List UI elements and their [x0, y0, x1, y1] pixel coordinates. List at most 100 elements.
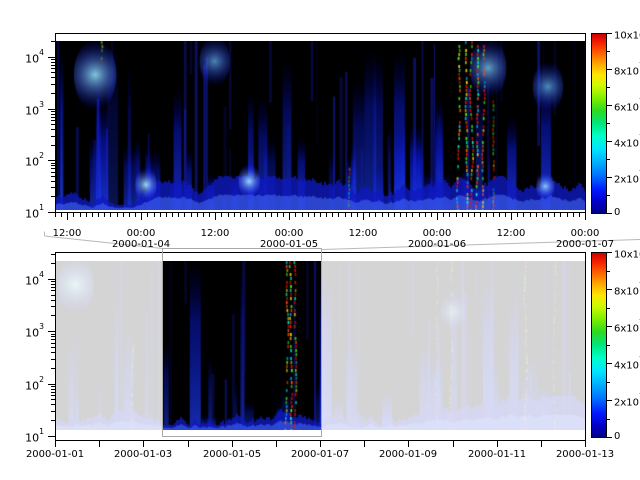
axis-tick — [480, 213, 481, 217]
axis-tick — [388, 213, 389, 217]
axis-tick-label: 2000-01-06 — [392, 239, 482, 250]
axis-tick-label: 2x107 — [614, 171, 640, 185]
axis-tick-label: 0 — [614, 207, 620, 218]
axis-tick — [357, 213, 358, 217]
axis-tick — [73, 213, 74, 217]
axis-tick — [607, 252, 612, 253]
axis-tick — [607, 195, 610, 196]
axis-tick — [302, 213, 303, 217]
axis-tick — [48, 331, 55, 332]
axis-tick — [607, 87, 610, 88]
axis-tick — [92, 213, 93, 217]
axis-tick — [523, 213, 524, 217]
axis-tick-label: 2x107 — [614, 394, 640, 408]
axis-tick — [437, 213, 438, 220]
axis-tick — [517, 213, 518, 217]
axis-tick — [221, 213, 222, 217]
axis-tick — [573, 213, 574, 217]
axis-tick — [607, 382, 610, 383]
axis-tick — [456, 213, 457, 217]
top-spectrogram[interactable] — [56, 41, 585, 210]
axis-tick-label: 2000-01-05 — [187, 449, 277, 460]
axis-tick-label: 10x107 — [614, 246, 640, 260]
axis-tick — [607, 141, 612, 142]
axis-tick — [240, 213, 241, 217]
axis-tick — [493, 213, 494, 217]
axis-tick-label: 0 — [614, 431, 620, 442]
time-range-selection-box[interactable] — [162, 248, 322, 437]
axis-tick — [48, 384, 55, 385]
connector-line — [45, 236, 163, 249]
axis-tick — [172, 213, 173, 217]
axis-tick — [129, 213, 130, 217]
axis-tick — [607, 271, 610, 272]
axis-tick — [560, 213, 561, 217]
axis-tick-label: 4x107 — [614, 357, 640, 371]
axis-tick-label: 2000-01-13 — [540, 449, 630, 460]
axis-tick-label: 2000-01-09 — [363, 449, 453, 460]
axis-tick — [530, 213, 531, 217]
connector-line — [322, 240, 640, 250]
axis-tick — [497, 441, 498, 447]
axis-tick — [607, 400, 612, 401]
axis-tick — [375, 213, 376, 217]
axis-tick — [542, 213, 543, 217]
axis-tick — [160, 213, 161, 217]
axis-tick — [607, 363, 612, 364]
axis-tick-label: 8x107 — [614, 283, 640, 297]
axis-tick — [166, 213, 167, 217]
axis-tick-label: 104 — [6, 272, 44, 287]
axis-tick — [394, 213, 395, 217]
axis-tick-label: 4x107 — [614, 135, 640, 149]
axis-tick — [314, 213, 315, 217]
axis-tick — [154, 213, 155, 217]
axis-tick-label: 00:00 — [550, 228, 620, 239]
axis-tick-label: 2000-01-07 — [275, 449, 365, 460]
axis-tick — [55, 441, 56, 447]
axis-tick — [326, 213, 327, 217]
axis-tick — [295, 213, 296, 217]
axis-tick — [258, 213, 259, 217]
axis-tick-label: 00:00 — [402, 228, 472, 239]
axis-tick — [536, 213, 537, 217]
axis-tick — [48, 160, 55, 161]
axis-tick-label: 00:00 — [254, 228, 324, 239]
axis-tick — [400, 213, 401, 217]
axis-tick — [308, 213, 309, 217]
axis-tick — [607, 213, 612, 214]
axis-tick — [48, 109, 55, 110]
axis-tick — [453, 441, 454, 447]
axis-tick — [147, 213, 148, 217]
axis-tick — [431, 213, 432, 217]
axis-tick — [123, 213, 124, 217]
axis-tick — [567, 213, 568, 217]
axis-tick — [462, 213, 463, 217]
axis-tick — [110, 213, 111, 217]
axis-tick — [408, 441, 409, 447]
axis-tick — [363, 213, 364, 220]
axis-tick — [246, 213, 247, 217]
axis-tick — [607, 419, 610, 420]
axis-tick — [607, 437, 612, 438]
axis-tick — [197, 213, 198, 217]
axis-tick — [607, 308, 610, 309]
axis-tick-label: 10x107 — [614, 27, 640, 41]
axis-tick — [474, 213, 475, 217]
axis-tick-label: 102 — [6, 377, 44, 392]
axis-tick-label: 2000-01-03 — [98, 449, 188, 460]
axis-tick — [443, 213, 444, 217]
axis-tick — [511, 213, 512, 220]
axis-tick-label: 101 — [6, 205, 44, 220]
axis-tick — [277, 213, 278, 217]
axis-tick — [228, 213, 229, 217]
axis-tick — [332, 213, 333, 217]
axis-tick — [412, 213, 413, 217]
axis-tick — [67, 213, 68, 220]
left-dimmed-region — [56, 253, 162, 440]
axis-tick — [276, 441, 277, 447]
axis-tick — [607, 33, 612, 34]
bottom-colorbar — [591, 252, 607, 438]
axis-tick — [80, 213, 81, 217]
top-panel-plot-area[interactable] — [55, 33, 586, 213]
axis-tick — [425, 213, 426, 217]
